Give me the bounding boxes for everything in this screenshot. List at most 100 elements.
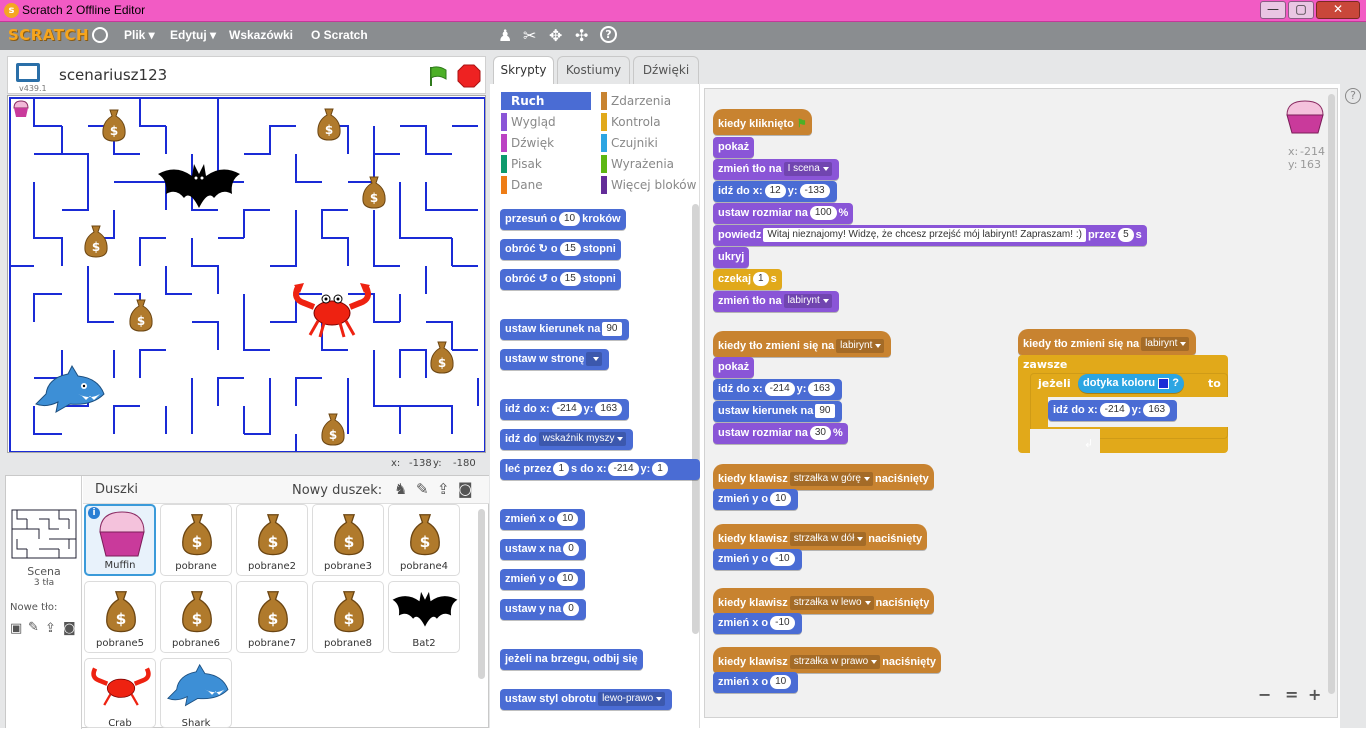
- script-block-change-y-down[interactable]: zmień y o -10: [713, 549, 802, 570]
- sprite-tile-shark[interactable]: Shark: [160, 658, 232, 729]
- palette-block-glide[interactable]: leć przez 1 s do x: -214 y: 1: [500, 459, 700, 480]
- money-bag-sprite[interactable]: $: [82, 224, 110, 258]
- menu-tips[interactable]: Wskazówki: [229, 28, 293, 42]
- shark-sprite[interactable]: [32, 364, 106, 416]
- script-block-say-for[interactable]: powiedz Witaj nieznajomy! Widzę, że chces…: [713, 225, 1147, 246]
- upload-backdrop-icon[interactable]: ⇪: [45, 621, 56, 636]
- grow-icon[interactable]: ✥: [549, 26, 562, 45]
- script-block-when-key-up[interactable]: kiedy klawisz strzałka w górę naciśnięty: [713, 464, 934, 490]
- zoom-reset-button[interactable]: =: [1285, 685, 1298, 704]
- palette-block-change-y[interactable]: zmień y o 10: [500, 569, 586, 590]
- category-events[interactable]: Zdarzenia: [601, 92, 697, 110]
- script-block-when-key-right[interactable]: kiedy klawisz strzałka w prawo naciśnięty: [713, 647, 941, 673]
- script-block-wait[interactable]: czekaj 1 s: [713, 269, 782, 290]
- money-bag-sprite[interactable]: $: [319, 412, 347, 446]
- sprite-tile-pobrane[interactable]: $ pobrane: [160, 504, 232, 576]
- script-block-when-backdrop-switches[interactable]: kiedy tło zmieni się na labirynt: [713, 331, 892, 357]
- menu-edit[interactable]: Edytuj ▾: [170, 28, 216, 42]
- script-block-hide[interactable]: ukryj: [713, 247, 750, 268]
- script-block-change-x-right[interactable]: zmień x o 10: [713, 672, 799, 693]
- script-block-goto-xy-2[interactable]: idź do x: -214 y: 163: [713, 379, 843, 400]
- category-sound[interactable]: Dźwięk: [501, 134, 591, 152]
- help-button[interactable]: ?: [1345, 88, 1361, 104]
- category-control[interactable]: Kontrola: [601, 113, 697, 131]
- script-block-switch-backdrop[interactable]: zmień tło na I scena: [713, 159, 839, 180]
- money-bag-sprite[interactable]: $: [315, 107, 343, 141]
- script-block-show-2[interactable]: pokaż: [713, 357, 755, 378]
- category-more-blocks[interactable]: Więcej bloków: [601, 176, 697, 194]
- duplicate-icon[interactable]: ♟: [498, 26, 512, 45]
- category-looks[interactable]: Wygląd: [501, 113, 591, 131]
- fullscreen-icon[interactable]: [16, 63, 40, 82]
- category-operators[interactable]: Wyrażenia: [601, 155, 697, 173]
- stage-canvas[interactable]: $ $ $ $ $ $ $: [7, 95, 486, 453]
- palette-block-goto[interactable]: idź do wskaźnik myszy: [500, 429, 634, 450]
- category-sensing[interactable]: Czujniki: [601, 134, 697, 152]
- project-name[interactable]: scenariusz123: [59, 66, 167, 84]
- script-block-change-y-up[interactable]: zmień y o 10: [713, 489, 799, 510]
- delete-icon[interactable]: ✂: [523, 26, 536, 45]
- paint-backdrop-icon[interactable]: ✎: [28, 620, 39, 635]
- category-pen[interactable]: Pisak: [501, 155, 591, 173]
- sprite-tile-pobrane5[interactable]: $ pobrane5: [84, 581, 156, 653]
- sprite-tile-pobrane8[interactable]: $ pobrane8: [312, 581, 384, 653]
- zoom-in-button[interactable]: +: [1308, 685, 1321, 704]
- upload-sprite-icon[interactable]: ⇪: [437, 480, 450, 498]
- sprite-tile-crab[interactable]: Crab: [84, 658, 156, 729]
- sprite-tile-pobrane2[interactable]: $ pobrane2: [236, 504, 308, 576]
- sprite-tile-pobrane3[interactable]: $ pobrane3: [312, 504, 384, 576]
- script-block-set-size[interactable]: ustaw rozmiar na 100%: [713, 203, 854, 224]
- script-block-when-backdrop-switches-2[interactable]: kiedy tło zmieni się na labirynt: [1018, 329, 1197, 355]
- sensing-touching-color[interactable]: dotyka koloru ?: [1078, 374, 1184, 393]
- money-bag-sprite[interactable]: $: [428, 340, 456, 374]
- script-block-when-key-left[interactable]: kiedy klawisz strzałka w lewo naciśnięty: [713, 588, 935, 614]
- palette-block-change-x[interactable]: zmień x o 10: [500, 509, 586, 530]
- tab-scripts[interactable]: Skrypty: [493, 56, 554, 84]
- money-bag-sprite[interactable]: $: [100, 108, 128, 142]
- crab-sprite[interactable]: [290, 281, 374, 339]
- palette-block-point-direction[interactable]: ustaw kierunek na 90: [500, 319, 629, 340]
- palette-block-move[interactable]: przesuń o 10 kroków: [500, 209, 626, 230]
- muffin-sprite[interactable]: [11, 99, 31, 119]
- stop-icon[interactable]: [457, 64, 481, 88]
- sprite-tile-pobrane6[interactable]: $ pobrane6: [160, 581, 232, 653]
- palette-block-point-towards[interactable]: ustaw w stronę: [500, 349, 610, 370]
- camera-sprite-icon[interactable]: ◙: [458, 480, 473, 498]
- green-flag-icon[interactable]: [427, 65, 449, 87]
- sprite-tile-muffin[interactable]: i Muffin: [84, 504, 156, 576]
- scratch-logo[interactable]: SCRATCH: [8, 26, 89, 44]
- sprite-tile-pobrane4[interactable]: $ pobrane4: [388, 504, 460, 576]
- script-block-change-x-left[interactable]: zmień x o -10: [713, 613, 802, 634]
- scripts-scrollbar[interactable]: [1328, 94, 1335, 694]
- palette-block-turn-left[interactable]: obróć ↺ o 15 stopni: [500, 269, 621, 290]
- maximize-button[interactable]: ▢: [1288, 1, 1314, 19]
- tab-sounds[interactable]: Dźwięki: [633, 56, 699, 84]
- palette-block-bounce[interactable]: jeżeli na brzegu, odbij się: [500, 649, 643, 670]
- script-block-when-flag-clicked[interactable]: kiedy kliknięto ⚑: [713, 109, 812, 135]
- palette-block-set-y[interactable]: ustaw y na 0: [500, 599, 586, 620]
- close-button[interactable]: ✕: [1316, 1, 1360, 19]
- category-motion[interactable]: Ruch: [501, 92, 591, 110]
- minimize-button[interactable]: —: [1260, 1, 1286, 19]
- camera-backdrop-icon[interactable]: ◙: [63, 621, 76, 636]
- bat-sprite[interactable]: [156, 160, 242, 214]
- palette-block-rotation-style[interactable]: ustaw styl obrotu lewo-prawo: [500, 689, 673, 710]
- backdrop-library-icon[interactable]: ▣: [10, 621, 22, 636]
- sprite-library-icon[interactable]: ♞: [394, 480, 407, 498]
- paint-sprite-icon[interactable]: ✎: [416, 480, 429, 498]
- palette-block-set-x[interactable]: ustaw x na 0: [500, 539, 586, 560]
- menu-file[interactable]: Plik ▾: [124, 28, 155, 42]
- script-block-goto-xy[interactable]: idź do x: 12 y: -133: [713, 181, 837, 202]
- shrink-icon[interactable]: ✣: [575, 26, 588, 45]
- tab-costumes[interactable]: Kostiumy: [557, 56, 630, 84]
- sprite-tile-pobrane7[interactable]: $ pobrane7: [236, 581, 308, 653]
- sprite-scrollbar[interactable]: [478, 509, 485, 679]
- palette-block-goto-xy[interactable]: idź do x: -214 y: 163: [500, 399, 630, 420]
- globe-icon[interactable]: [92, 27, 108, 43]
- script-block-switch-backdrop-2[interactable]: zmień tło na labirynt: [713, 291, 839, 312]
- script-block-when-key-down[interactable]: kiedy klawisz strzałka w dół naciśnięty: [713, 524, 928, 550]
- script-block-goto-xy-3[interactable]: idź do x: -214 y: 163: [1048, 400, 1178, 421]
- sprite-tile-bat2[interactable]: Bat2: [388, 581, 460, 653]
- menu-about[interactable]: O Scratch: [311, 28, 368, 42]
- palette-scrollbar[interactable]: [692, 204, 699, 634]
